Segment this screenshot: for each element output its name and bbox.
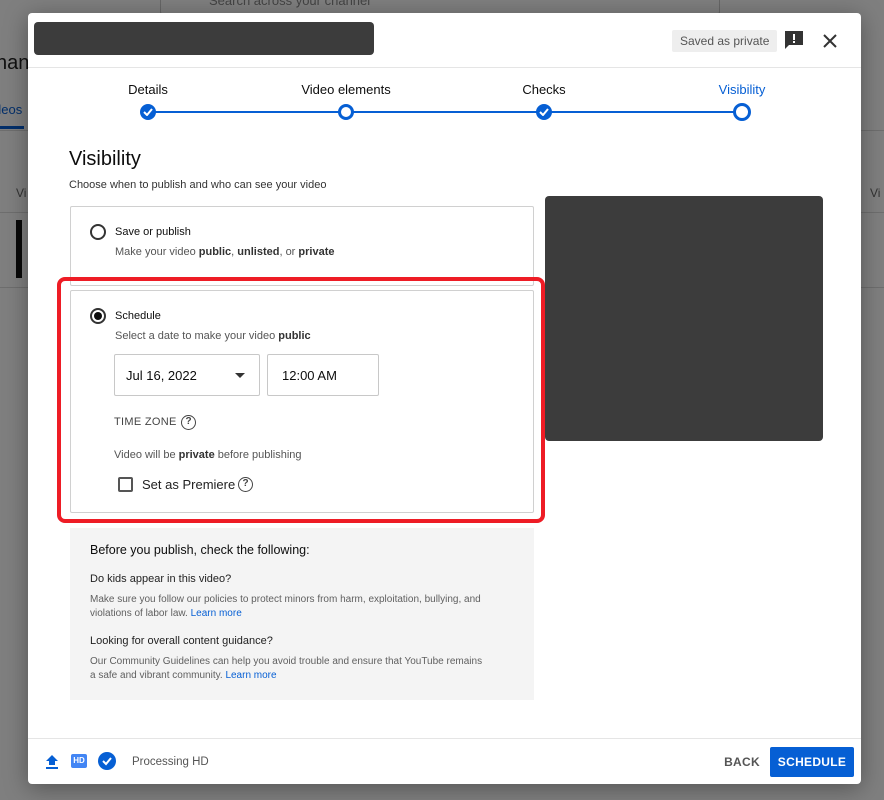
upload-icon[interactable]: [45, 754, 59, 770]
step-details-dot[interactable]: [140, 104, 156, 120]
hd-icon[interactable]: HD: [71, 754, 87, 768]
close-icon: [823, 34, 837, 48]
step-visibility-label[interactable]: Visibility: [719, 82, 766, 97]
save-publish-option[interactable]: Save or publish Make your video public, …: [70, 206, 534, 286]
checklist-question-kids: Do kids appear in this video?: [90, 573, 232, 585]
stepper-line: [148, 111, 742, 113]
schedule-button[interactable]: SCHEDULE: [770, 747, 854, 777]
step-checks-dot[interactable]: [536, 104, 552, 120]
feedback-icon: [785, 31, 803, 49]
save-publish-title: Save or publish: [115, 226, 191, 238]
upload-dialog: Saved as private Details Video elements …: [28, 13, 861, 784]
visibility-subtitle: Choose when to publish and who can see y…: [69, 179, 327, 191]
upload-stepper: Details Video elements Checks Visibility: [28, 68, 861, 138]
dialog-header: Saved as private: [28, 13, 861, 68]
visibility-title: Visibility: [69, 148, 141, 170]
pre-publish-checklist: Before you publish, check the following:…: [70, 528, 534, 700]
step-checks-label[interactable]: Checks: [522, 82, 565, 97]
video-preview-redacted: [545, 196, 823, 441]
save-publish-description: Make your video public, unlisted, or pri…: [115, 246, 335, 258]
back-button[interactable]: BACK: [718, 747, 766, 777]
learn-more-link[interactable]: Learn more: [191, 608, 242, 619]
step-visibility-dot[interactable]: [733, 103, 751, 121]
save-publish-radio[interactable]: [90, 224, 106, 240]
saved-status-badge: Saved as private: [672, 30, 778, 52]
step-video-elements-label[interactable]: Video elements: [301, 82, 390, 97]
checklist-question-guidance: Looking for overall content guidance?: [90, 635, 273, 647]
checklist-answer-guidance: Our Community Guidelines can help you av…: [90, 656, 483, 681]
check-icon: [102, 757, 112, 766]
schedule-highlight-box: [57, 277, 545, 523]
checklist-answer-kids: Make sure you follow our policies to pro…: [90, 594, 481, 619]
step-video-elements-dot[interactable]: [338, 104, 354, 120]
feedback-button[interactable]: [783, 30, 807, 52]
video-title-redacted: [34, 22, 374, 55]
check-icon: [143, 108, 153, 116]
checklist-title: Before you publish, check the following:: [90, 543, 310, 557]
close-button[interactable]: [818, 29, 842, 53]
checks-complete-icon[interactable]: [98, 752, 116, 770]
check-icon: [539, 108, 549, 116]
learn-more-link[interactable]: Learn more: [225, 670, 276, 681]
processing-status: Processing HD: [132, 756, 209, 768]
dialog-footer: HD Processing HD BACK SCHEDULE: [28, 738, 861, 784]
step-details-label[interactable]: Details: [128, 82, 168, 97]
